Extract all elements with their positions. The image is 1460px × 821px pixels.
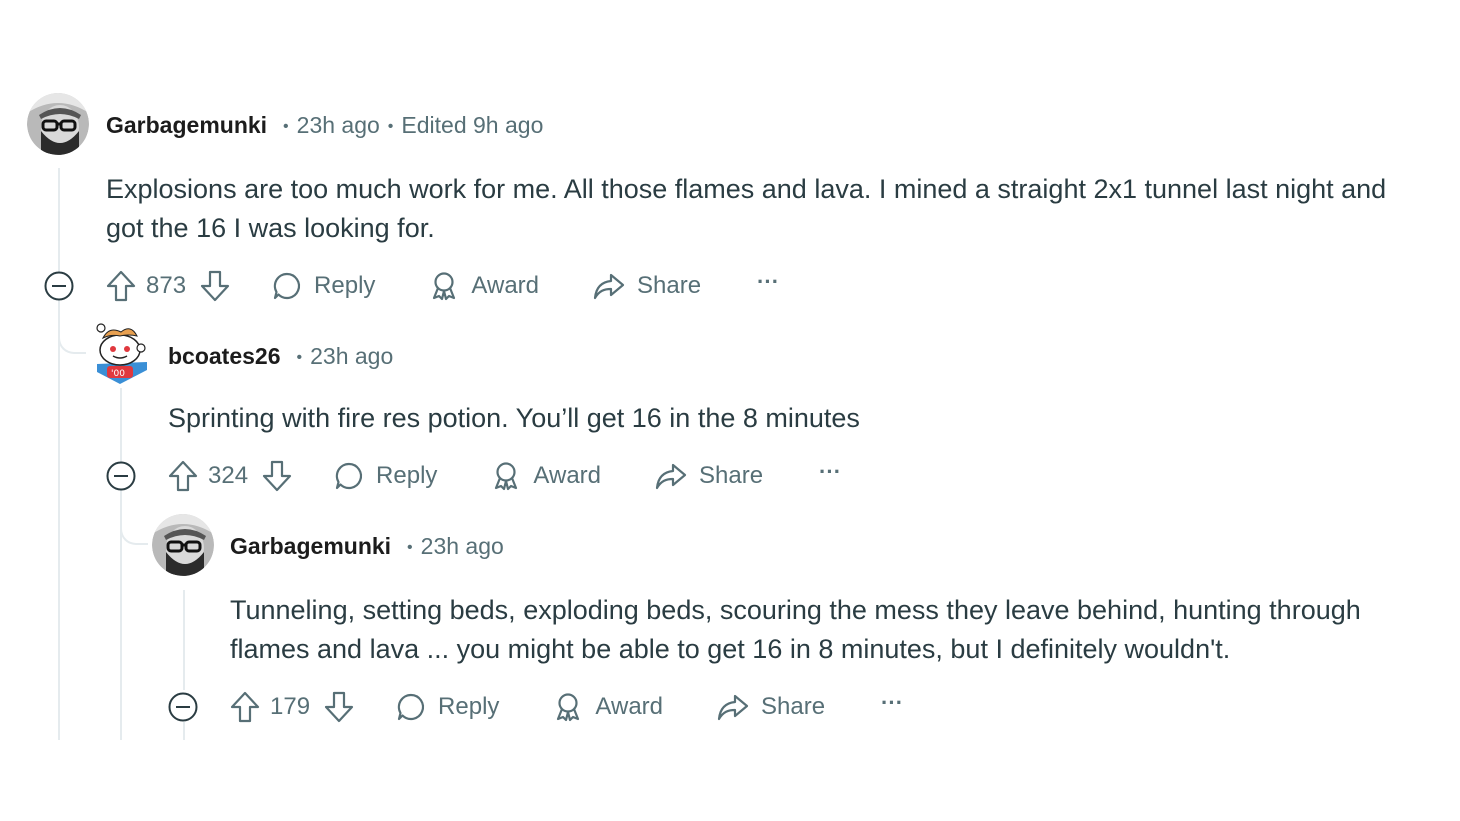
share-icon <box>717 694 749 721</box>
collapse-button[interactable] <box>106 461 136 491</box>
vote-group: 324 <box>168 460 292 492</box>
share-button[interactable]: Share <box>593 271 701 301</box>
comment-bubble-icon <box>335 462 363 490</box>
comment-bubble-icon <box>273 272 301 300</box>
upvote-icon[interactable] <box>168 460 198 492</box>
vote-group: 179 <box>230 691 354 723</box>
downvote-icon[interactable] <box>324 691 354 723</box>
svg-text:'00: '00 <box>111 369 125 379</box>
separator-dot: • <box>387 118 394 135</box>
separator-dot: • <box>296 349 303 366</box>
collapse-button[interactable] <box>44 271 74 301</box>
award-label: Award <box>595 693 663 720</box>
comment-body: Sprinting with fire res potion. You’ll g… <box>168 399 860 438</box>
share-button[interactable]: Share <box>717 692 825 722</box>
award-label: Award <box>471 272 539 299</box>
snoo-avatar-icon: '00 <box>96 323 147 384</box>
glasses-beard-avatar-icon <box>27 93 89 155</box>
avatar[interactable]: '00 <box>89 322 151 384</box>
share-label: Share <box>699 462 764 489</box>
vote-count: 179 <box>270 693 311 720</box>
more-options-icon[interactable]: ··· <box>757 269 779 295</box>
award-icon <box>557 693 580 722</box>
award-button[interactable]: Award <box>553 692 663 722</box>
upvote-icon[interactable] <box>230 691 260 723</box>
separator-dot: • <box>407 539 413 556</box>
reply-button[interactable]: Reply <box>272 271 375 301</box>
more-options-icon[interactable]: ··· <box>881 690 903 716</box>
thread-line-3[interactable] <box>183 590 185 690</box>
vote-count: 324 <box>208 462 249 489</box>
collapse-button[interactable] <box>168 692 198 722</box>
author-name[interactable]: Garbagemunki <box>106 112 267 139</box>
thread-line-3-tail <box>183 722 185 740</box>
comment-body-line: Explosions are too much work for me. All… <box>106 174 1387 204</box>
reply-connector <box>58 330 86 354</box>
reply-connector <box>120 521 148 545</box>
comment-body-line: flames and lava ... you might be able to… <box>230 634 1231 664</box>
award-label: Award <box>533 462 601 489</box>
vote-count: 873 <box>146 272 187 299</box>
thread-line-2[interactable] <box>120 388 122 740</box>
more-options-icon[interactable]: ··· <box>819 459 841 485</box>
collapse-icon <box>106 461 136 491</box>
comment-body-line: got the 16 I was looking for. <box>106 213 435 243</box>
separator-dot: • <box>283 118 289 135</box>
avatar[interactable] <box>152 514 214 576</box>
reply-label: Reply <box>438 693 500 720</box>
author-name[interactable]: bcoates26 <box>168 343 281 370</box>
edited-label: Edited 9h ago <box>401 112 544 138</box>
comment-body: Explosions are too much work for me. All… <box>106 170 1386 248</box>
comment-body-line: Sprinting with fire res potion. You’ll g… <box>168 403 860 433</box>
upvote-icon[interactable] <box>106 270 136 302</box>
award-icon <box>433 272 456 301</box>
share-button[interactable]: Share <box>655 461 763 491</box>
share-label: Share <box>637 272 702 299</box>
comment-body: Tunneling, setting beds, exploding beds,… <box>230 591 1361 669</box>
reply-label: Reply <box>376 462 438 489</box>
avatar[interactable] <box>27 93 89 155</box>
reply-button[interactable]: Reply <box>396 692 499 722</box>
timestamp[interactable]: 23h ago <box>297 112 380 139</box>
comment-bubble-icon <box>397 693 425 721</box>
author-name[interactable]: Garbagemunki <box>230 533 391 560</box>
thread-line-1[interactable] <box>58 168 60 740</box>
award-icon <box>495 462 518 491</box>
share-label: Share <box>761 693 826 720</box>
award-button[interactable]: Award <box>491 461 601 491</box>
collapse-icon <box>168 692 198 722</box>
share-icon <box>593 273 625 300</box>
vote-group: 873 <box>106 270 230 302</box>
award-button[interactable]: Award <box>429 271 539 301</box>
downvote-icon[interactable] <box>200 270 230 302</box>
comment-body-line: Tunneling, setting beds, exploding beds,… <box>230 595 1361 625</box>
share-icon <box>655 463 687 490</box>
timestamp[interactable]: 23h ago <box>421 533 504 560</box>
glasses-beard-avatar-icon <box>152 514 214 576</box>
timestamp[interactable]: 23h ago <box>310 343 393 370</box>
reply-button[interactable]: Reply <box>334 461 437 491</box>
reply-label: Reply <box>314 272 376 299</box>
collapse-icon <box>44 271 74 301</box>
downvote-icon[interactable] <box>262 460 292 492</box>
